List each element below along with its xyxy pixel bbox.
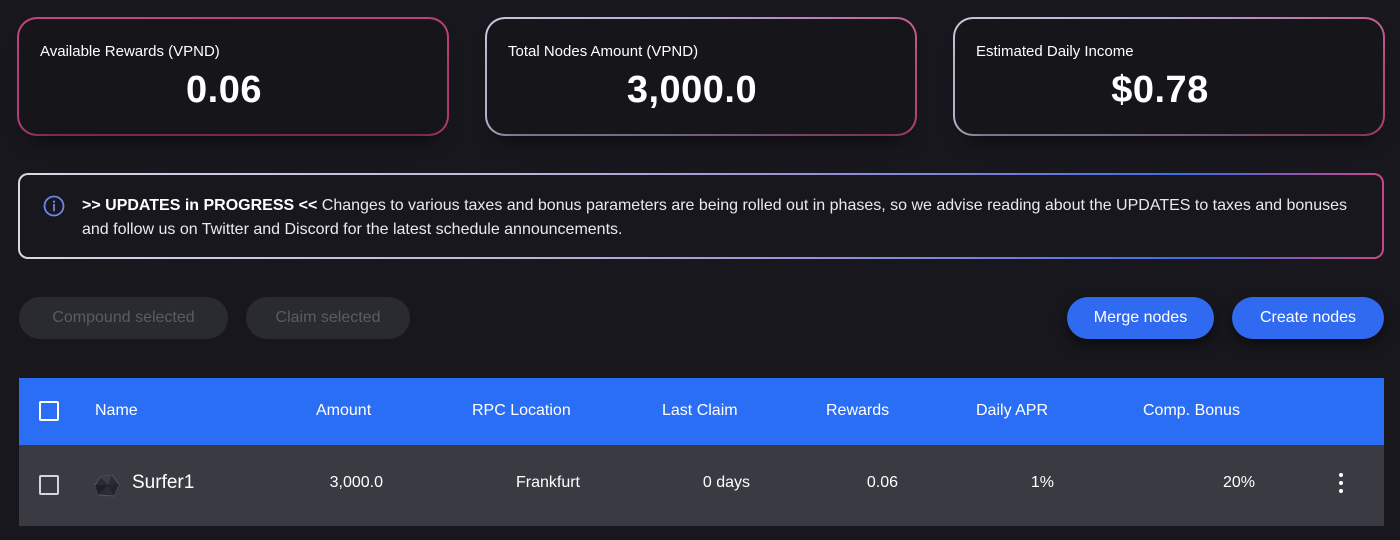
info-icon <box>43 195 65 217</box>
node-rpc-location: Frankfurt <box>515 474 580 491</box>
claim-selected-button[interactable]: Claim selected <box>246 297 410 339</box>
header-rewards[interactable]: Rewards <box>826 402 889 420</box>
banner-message: >> UPDATES in PROGRESS << Changes to var… <box>82 194 1372 242</box>
daily-income-card: Estimated Daily Income $0.78 <box>953 17 1385 136</box>
header-comp-bonus[interactable]: Comp. Bonus <box>1143 402 1240 420</box>
header-daily-apr[interactable]: Daily APR <box>976 402 1048 420</box>
node-daily-apr: 1% <box>1030 474 1054 491</box>
banner-body: >> UPDATES in PROGRESS << Changes to var… <box>20 175 1382 257</box>
available-rewards-card: Available Rewards (VPND) 0.06 <box>17 17 449 136</box>
nodes-table: Name Amount RPC Location Last Claim Rewa… <box>19 378 1384 526</box>
updates-banner: >> UPDATES in PROGRESS << Changes to var… <box>18 173 1384 259</box>
node-comp-bonus: 20% <box>1222 474 1255 491</box>
card-body: Total Nodes Amount (VPND) 3,000.0 <box>487 19 915 134</box>
header-last-claim[interactable]: Last Claim <box>662 402 738 420</box>
card-body: Estimated Daily Income $0.78 <box>955 19 1383 134</box>
table-row: Surfer1 3,000.0 Frankfurt 0 days 0.06 1%… <box>19 445 1384 526</box>
total-nodes-card: Total Nodes Amount (VPND) 3,000.0 <box>485 17 917 136</box>
daily-income-label: Estimated Daily Income <box>976 43 1134 60</box>
total-nodes-label: Total Nodes Amount (VPND) <box>508 43 699 60</box>
node-name: Surfer1 <box>132 472 195 493</box>
header-amount[interactable]: Amount <box>316 402 371 420</box>
available-rewards-value: 0.06 <box>186 69 262 111</box>
row-checkbox[interactable] <box>39 475 59 495</box>
dashboard-page: Available Rewards (VPND) 0.06 Total Node… <box>0 0 1400 540</box>
more-options-icon[interactable] <box>1336 473 1346 497</box>
node-gem-icon <box>94 474 120 497</box>
table-header: Name Amount RPC Location Last Claim Rewa… <box>19 378 1384 445</box>
card-body: Available Rewards (VPND) 0.06 <box>19 19 447 134</box>
available-rewards-label: Available Rewards (VPND) <box>40 43 220 60</box>
header-rpc-location[interactable]: RPC Location <box>472 402 571 420</box>
header-name[interactable]: Name <box>95 402 138 420</box>
daily-income-value: $0.78 <box>1111 69 1209 111</box>
node-rewards: 0.06 <box>866 474 898 491</box>
node-last-claim: 0 days <box>702 474 750 491</box>
compound-selected-button[interactable]: Compound selected <box>19 297 228 339</box>
create-nodes-button[interactable]: Create nodes <box>1232 297 1384 339</box>
node-amount: 3,000.0 <box>329 474 383 491</box>
total-nodes-value: 3,000.0 <box>626 69 758 111</box>
select-all-checkbox[interactable] <box>39 401 59 421</box>
merge-nodes-button[interactable]: Merge nodes <box>1067 297 1214 339</box>
banner-heading: >> UPDATES in PROGRESS << <box>82 197 318 214</box>
